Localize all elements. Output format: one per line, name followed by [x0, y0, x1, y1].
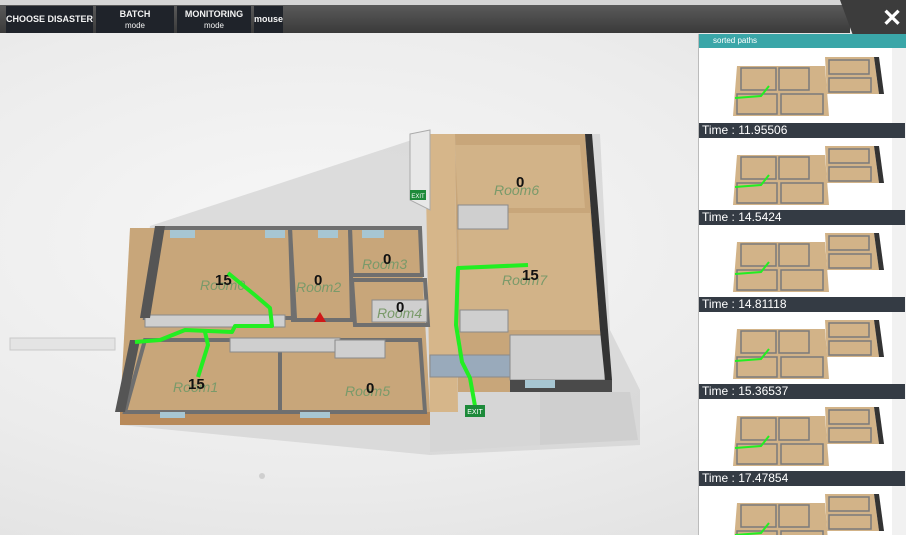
panel-title: sorted paths [699, 34, 906, 48]
sorted-paths-panel: sorted paths Time : 11.95506 Time : 14.5… [698, 34, 906, 535]
batch-mode-title: BATCH [119, 8, 151, 19]
path-time: Time : 15.36537 [699, 384, 905, 399]
occupant-count-room2: 0 [314, 272, 322, 289]
path-thumbnail[interactable] [699, 486, 890, 535]
path-time: Time : 17.47854 [699, 471, 905, 486]
monitoring-mode-sub: mode [203, 20, 224, 30]
batch-mode-sub: mode [124, 20, 145, 30]
exit-sign-south: EXIT [465, 405, 485, 417]
panel-scrollbar[interactable] [892, 48, 906, 535]
occupant-count-room7: 15 [522, 267, 539, 284]
path-thumbnail[interactable] [699, 49, 890, 123]
occupant-count-room4: 0 [396, 299, 404, 316]
path-thumbnail[interactable] [699, 399, 890, 473]
svg-text:EXIT: EXIT [467, 409, 483, 416]
occupant-count-room3: 0 [383, 251, 391, 268]
floor-plan-3d: Room0 Room1 Room2 Room3 Room4 Room5 Room… [9, 129, 640, 479]
exit-sign-north: EXIT [410, 190, 426, 200]
mouse-button[interactable]: mouse [254, 6, 283, 33]
monitoring-mode-title: MONITORING [184, 8, 244, 19]
top-toolbar: CHOOSE DISASTER BATCH mode MONITORING mo… [0, 0, 906, 36]
choose-disaster-label: CHOOSE DISASTER [6, 14, 94, 24]
occupant-count-room5: 0 [366, 380, 374, 397]
path-time: Time : 14.5424 [699, 210, 905, 225]
path-thumbnail[interactable] [699, 225, 890, 299]
choose-disaster-button[interactable]: CHOOSE DISASTER [6, 6, 93, 33]
path-thumbnail[interactable] [699, 138, 890, 212]
close-icon[interactable]: ✕ [880, 7, 904, 31]
svg-text:EXIT: EXIT [411, 194, 425, 200]
path-time: Time : 11.95506 [699, 123, 905, 138]
path-time: Time : 14.81118 [699, 297, 905, 312]
monitoring-mode-button[interactable]: MONITORING mode [177, 6, 251, 33]
occupant-count-room1: 15 [188, 376, 205, 393]
path-thumbnail[interactable] [699, 312, 890, 386]
mouse-label: mouse [254, 14, 284, 24]
batch-mode-button[interactable]: BATCH mode [96, 6, 174, 33]
occupant-count-room6: 0 [516, 174, 524, 191]
